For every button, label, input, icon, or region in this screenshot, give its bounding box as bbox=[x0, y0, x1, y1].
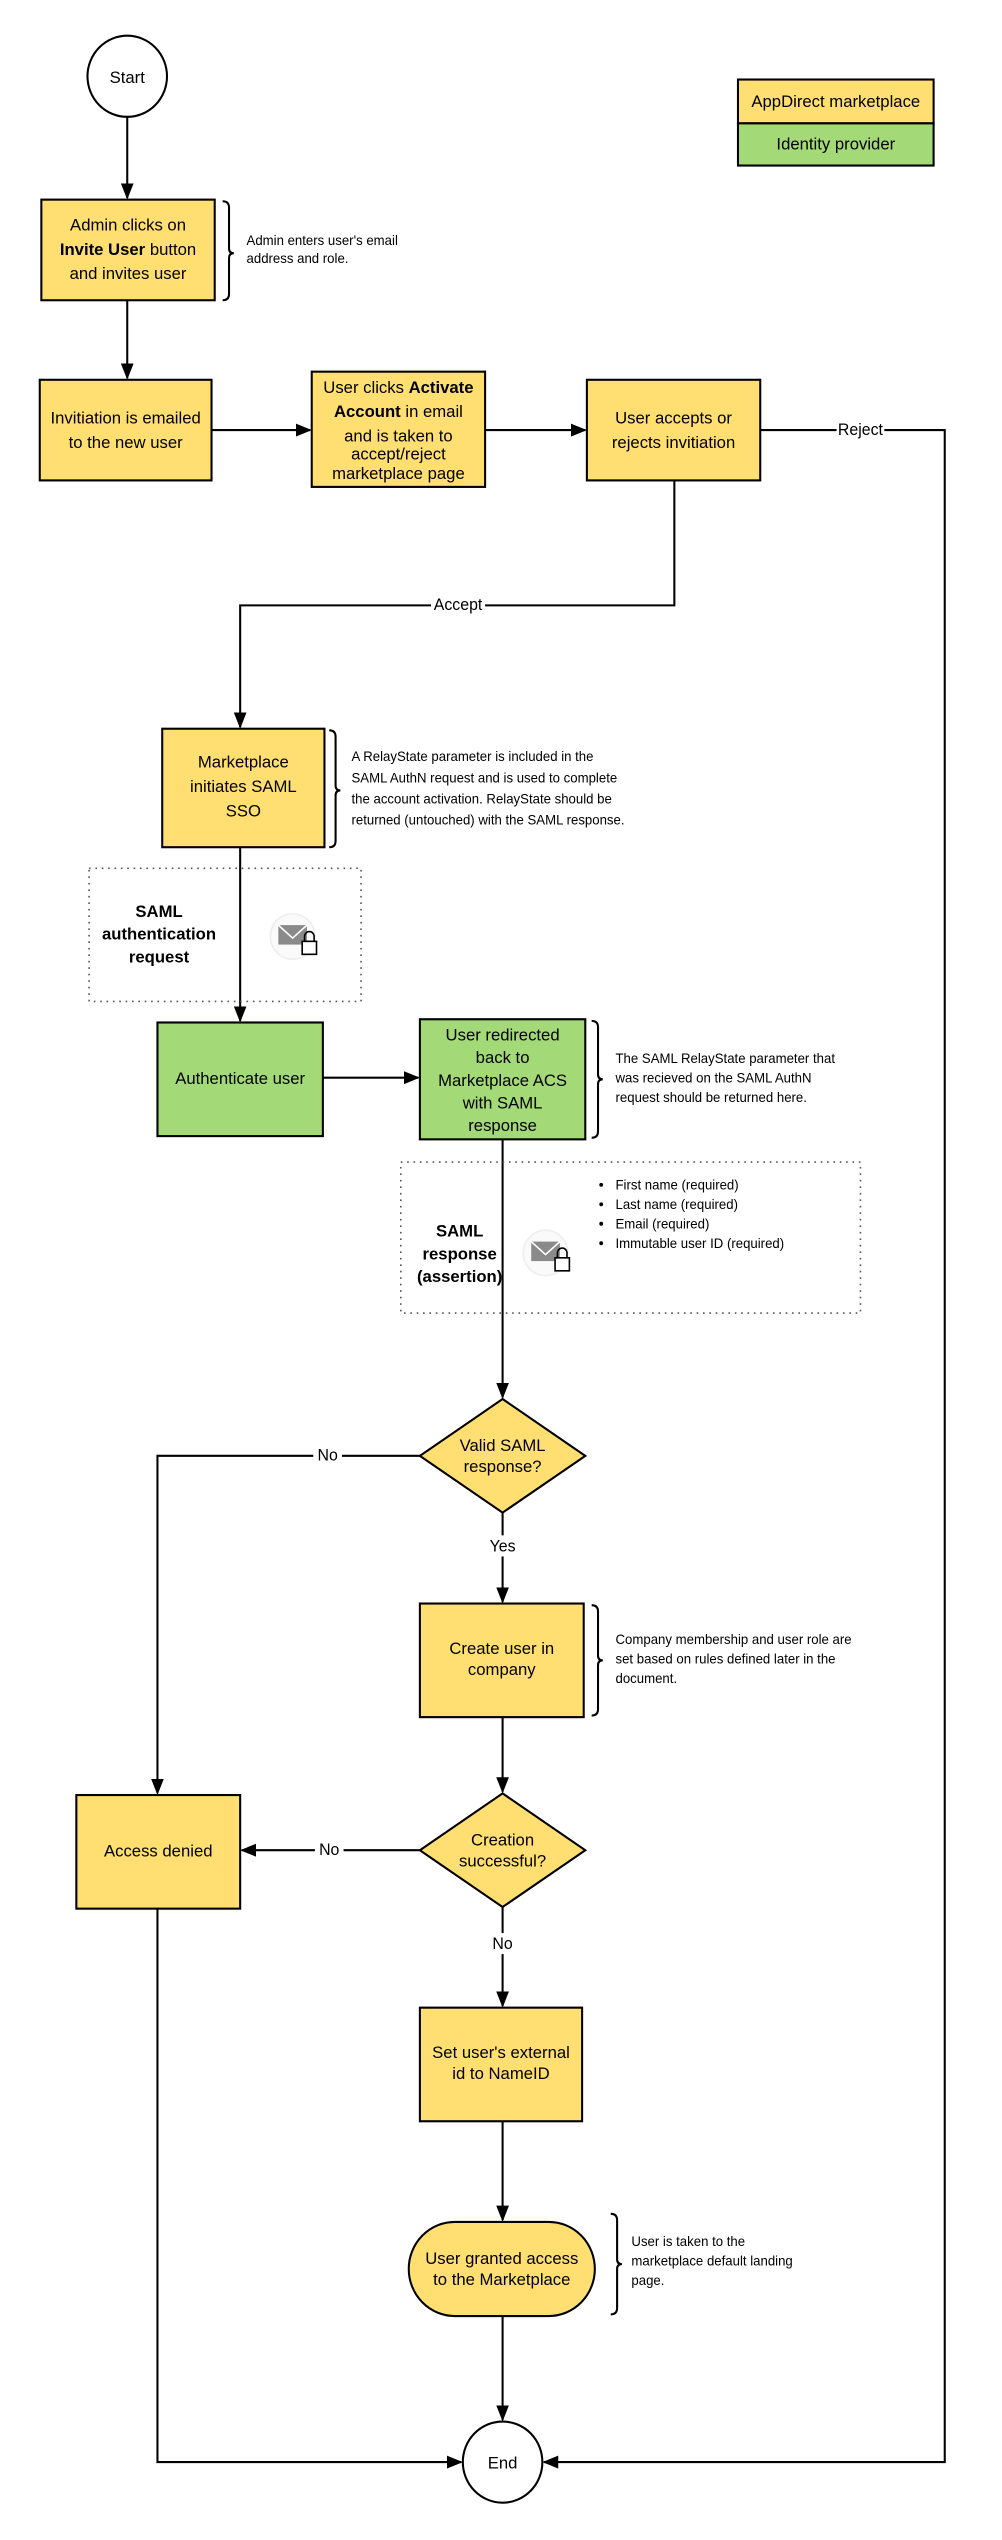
node-text: User clicks bbox=[323, 378, 408, 397]
node-text-bold: Activate bbox=[409, 378, 474, 397]
node-text: marketplace page bbox=[332, 464, 465, 483]
label-no-creation-down: No bbox=[492, 1935, 512, 1953]
node-text: Create user in bbox=[449, 1639, 554, 1658]
node-text: Access denied bbox=[104, 1842, 213, 1861]
label-reject: Reject bbox=[838, 421, 884, 439]
annotation-text: was recieved on the SAML AuthN bbox=[615, 1070, 812, 1085]
attribute-item: Immutable user ID (required) bbox=[616, 1236, 785, 1251]
message-title: authentication bbox=[102, 925, 216, 944]
node-text: id to NameID bbox=[452, 2064, 549, 2083]
brace bbox=[591, 1604, 603, 1717]
node-text: User redirected bbox=[446, 1025, 560, 1044]
message-title: response bbox=[423, 1244, 497, 1263]
node-text: successful? bbox=[459, 1851, 546, 1870]
annotation-text: User is taken to the bbox=[631, 2234, 745, 2249]
node-user-granted-access bbox=[407, 2220, 596, 2318]
node-text: User clicks Activate bbox=[323, 378, 473, 397]
node-text: and is taken to bbox=[344, 426, 453, 445]
label-accept: Accept bbox=[434, 596, 483, 614]
node-text: and invites user bbox=[70, 264, 187, 283]
edge-valid-no bbox=[151, 1454, 420, 1796]
node-text: in email bbox=[401, 402, 463, 421]
annotation-text: returned (untouched) with the SAML respo… bbox=[351, 812, 624, 827]
node-accepts-rejects bbox=[585, 378, 762, 482]
node-text: rejects invitiation bbox=[612, 433, 735, 452]
node-text: SSO bbox=[226, 801, 261, 820]
node-text: accept/reject bbox=[351, 444, 446, 463]
annotation-text: set based on rules defined later in the bbox=[616, 1651, 836, 1666]
annotation-text: the account activation. RelayState shoul… bbox=[351, 791, 611, 806]
brace bbox=[610, 2212, 622, 2316]
node-text: Admin clicks on bbox=[70, 215, 186, 234]
brace bbox=[591, 1019, 603, 1139]
node-text: User granted access bbox=[425, 2249, 578, 2268]
node-text: User accepts or bbox=[615, 408, 732, 427]
annotation-text: marketplace default landing bbox=[631, 2254, 792, 2269]
end-label: End bbox=[488, 2453, 518, 2472]
node-text: Account in email bbox=[334, 402, 463, 421]
decision-creation-successful bbox=[418, 1792, 588, 1909]
label-no-creation-left: No bbox=[319, 1841, 339, 1859]
node-text: response bbox=[468, 1116, 537, 1135]
attribute-item: Email (required) bbox=[616, 1216, 710, 1231]
node-text: Set user's external bbox=[432, 2043, 570, 2062]
node-text-bold: Invite User bbox=[60, 240, 146, 259]
brace bbox=[329, 729, 341, 849]
node-text: company bbox=[468, 1660, 536, 1679]
start-label: Start bbox=[110, 68, 146, 87]
annotation-text: A RelayState parameter is included in th… bbox=[351, 749, 593, 764]
annotation-text: page. bbox=[631, 2273, 664, 2288]
attribute-list: First name (required) Last name (require… bbox=[599, 1178, 785, 1251]
annotation-text: Company membership and user role are bbox=[616, 1632, 852, 1647]
annotation-text: address and role. bbox=[247, 251, 349, 266]
message-title: (assertion) bbox=[417, 1267, 502, 1286]
label-no-valid: No bbox=[317, 1447, 337, 1465]
message-title: SAML bbox=[135, 902, 182, 921]
node-text: button bbox=[145, 240, 196, 259]
annotation-text: The SAML RelayState parameter that bbox=[616, 1051, 836, 1066]
node-text: Creation bbox=[471, 1830, 534, 1849]
locked-envelope-icon bbox=[522, 1229, 571, 1277]
node-text: to the new user bbox=[69, 433, 183, 452]
saml-flowchart: AppDirect marketplace Identity provider … bbox=[38, 34, 946, 2504]
node-text: Invite User button bbox=[60, 240, 196, 259]
node-text: back to bbox=[476, 1048, 530, 1067]
legend-marketplace-label: AppDirect marketplace bbox=[751, 92, 920, 111]
annotation-text: Admin enters user's email bbox=[247, 233, 398, 248]
message-title: request bbox=[129, 947, 190, 966]
edge-denied-end bbox=[156, 1908, 463, 2469]
node-text: response? bbox=[464, 1457, 542, 1476]
node-text: Valid SAML bbox=[460, 1436, 546, 1455]
annotation-text: SAML AuthN request and is used to comple… bbox=[351, 770, 617, 785]
node-text-bold: Account bbox=[334, 402, 401, 421]
node-text: Invitiation is emailed bbox=[51, 408, 201, 427]
attribute-item: Last name (required) bbox=[616, 1197, 738, 1212]
attribute-item: First name (required) bbox=[616, 1178, 739, 1193]
node-text: initiates SAML bbox=[190, 777, 297, 796]
node-invitation-emailed bbox=[38, 378, 213, 482]
node-text: Marketplace ACS bbox=[438, 1071, 567, 1090]
locked-envelope-icon bbox=[269, 912, 318, 961]
node-text: to the Marketplace bbox=[433, 2270, 570, 2289]
edge-reject-end bbox=[542, 429, 946, 2469]
node-text: Authenticate user bbox=[175, 1069, 305, 1088]
decision-valid-saml bbox=[418, 1397, 588, 1514]
annotation-text: request should be returned here. bbox=[616, 1090, 807, 1105]
legend-idp-label: Identity provider bbox=[776, 134, 895, 153]
message-title: SAML bbox=[436, 1222, 483, 1241]
annotation-text: document. bbox=[616, 1671, 678, 1686]
brace bbox=[222, 200, 234, 302]
node-text: Marketplace bbox=[198, 753, 289, 772]
node-text: with SAML bbox=[462, 1093, 543, 1112]
label-yes-valid: Yes bbox=[490, 1537, 516, 1555]
legend: AppDirect marketplace Identity provider bbox=[736, 78, 935, 167]
